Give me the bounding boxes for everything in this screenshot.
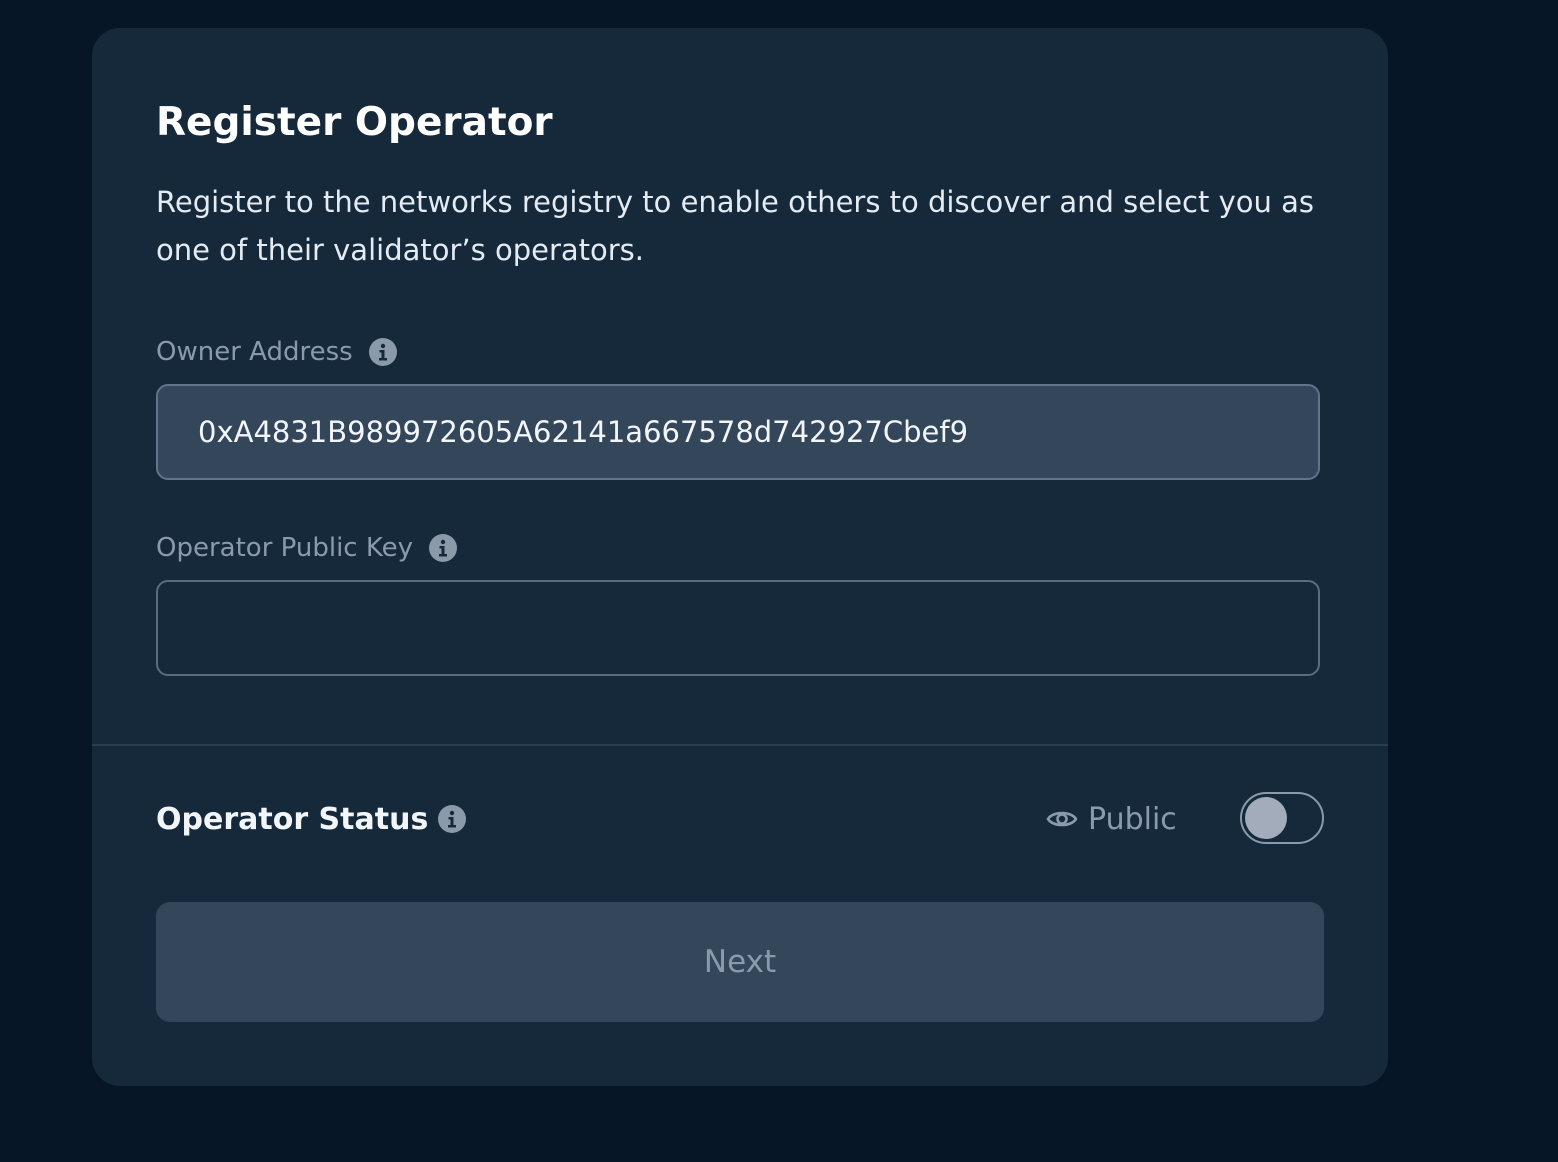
public-key-input[interactable] [158,582,1318,674]
section-divider [92,744,1388,746]
info-icon[interactable] [438,805,467,833]
owner-address-label-row: Owner Address [156,334,397,370]
owner-address-label: Owner Address [156,337,353,367]
next-button[interactable]: Next [156,902,1324,1022]
visibility-label: Public [1088,801,1177,837]
visibility-indicator: Public [1046,792,1177,846]
page-title: Register Operator [156,100,553,145]
page-description: Register to the networks registry to ena… [156,185,1314,267]
info-icon[interactable] [368,338,397,366]
public-key-field-wrapper [156,580,1320,676]
public-key-label-row: Operator Public Key [156,530,457,566]
eye-icon [1046,803,1078,835]
operator-status-toggle[interactable] [1240,792,1324,844]
operator-status-heading: Operator Status [156,792,467,846]
operator-status-label: Operator Status [156,801,429,837]
public-key-label: Operator Public Key [156,533,413,563]
register-operator-card: Register Operator Register to the networ… [92,28,1388,1086]
owner-address-field-wrapper [156,384,1320,480]
operator-status-row: Operator Status Public [156,792,1324,846]
info-icon[interactable] [429,534,457,562]
toggle-knob [1245,797,1287,839]
owner-address-input[interactable] [158,386,1318,478]
